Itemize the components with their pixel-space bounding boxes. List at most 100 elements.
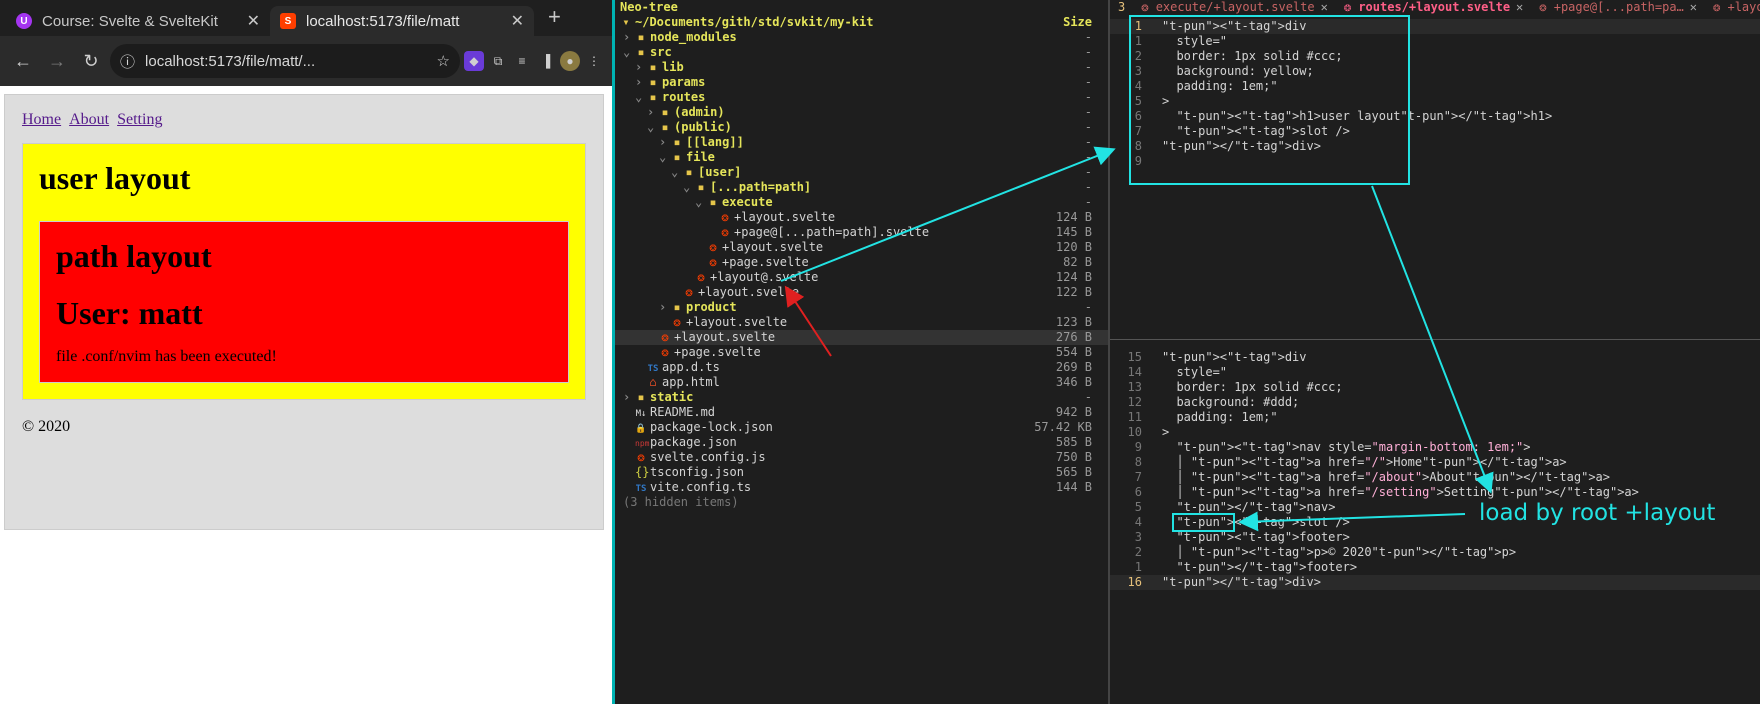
chevron-right-icon[interactable]: › [647, 105, 659, 120]
tree-file[interactable]: npmpackage.json 585 B [615, 435, 1108, 450]
code-line[interactable]: 1 "t-pun"></"t-tag">footer> [1110, 560, 1760, 575]
forward-icon[interactable]: → [42, 46, 72, 76]
code-line[interactable]: 7 │ "t-pun"><"t-tag">a href="/about">Abo… [1110, 470, 1760, 485]
editor-tab[interactable]: ❂ +page@[...path=pa… ✕ [1531, 0, 1705, 14]
tree-folder[interactable]: ⌄ ▪ [user] - [615, 165, 1108, 180]
tree-file[interactable]: {}tsconfig.json 565 B [615, 465, 1108, 480]
tree-file[interactable]: ❂ svelte.config.js 750 B [615, 450, 1108, 465]
code-line[interactable]: 2 border: 1px solid #ccc; [1110, 49, 1760, 64]
tree-file[interactable]: ❂ +layout.svelte 120 B [615, 240, 1108, 255]
nav-link-about[interactable]: About [69, 111, 109, 128]
code-line[interactable]: 9 [1110, 154, 1760, 169]
close-icon[interactable]: ✕ [247, 11, 260, 31]
editor-pane-bottom[interactable]: 15 "t-pun"><"t-tag">div 14 style=" 13 borde… [1110, 350, 1760, 590]
nav-link-setting[interactable]: Setting [117, 111, 162, 128]
pane-divider[interactable] [1110, 339, 1760, 340]
tree-folder[interactable]: › ▪ static - [615, 390, 1108, 405]
media-icon[interactable]: ≡ [512, 51, 532, 71]
chevron-down-icon[interactable]: ⌄ [671, 165, 683, 180]
back-icon[interactable]: ← [8, 46, 38, 76]
code-line[interactable]: 3 "t-pun"><"t-tag">footer> [1110, 530, 1760, 545]
code-line[interactable]: 6 "t-pun"><"t-tag">h1>user layout"t-pun"… [1110, 109, 1760, 124]
tree-folder[interactable]: ⌄ ▪ [...path=path] - [615, 180, 1108, 195]
code-line[interactable]: 10 > [1110, 425, 1760, 440]
chevron-right-icon[interactable]: › [659, 135, 671, 150]
tree-file[interactable]: ❂ +layout.svelte 123 B [615, 315, 1108, 330]
chevron-down-icon[interactable]: ⌄ [623, 45, 635, 60]
editor-pane-top[interactable]: 1 "t-pun"><"t-tag">div 1 style=" 2 border: … [1110, 19, 1760, 169]
tree-folder[interactable]: ⌄ ▪ (public) - [615, 120, 1108, 135]
tree-file[interactable]: 🔒 package-lock.json 57.42 KB [615, 420, 1108, 435]
chevron-down-icon[interactable]: ⌄ [683, 180, 695, 195]
code-line[interactable]: 5 > [1110, 94, 1760, 109]
code-line[interactable]: 1 "t-pun"><"t-tag">div [1110, 19, 1760, 34]
tree-folder[interactable]: › ▪ product - [615, 300, 1108, 315]
code-line[interactable]: 14 style=" [1110, 365, 1760, 380]
chevron-down-icon[interactable]: ⌄ [647, 120, 659, 135]
extension-icon[interactable]: ◆ [464, 51, 484, 71]
code-line[interactable]: 13 border: 1px solid #ccc; [1110, 380, 1760, 395]
code-line[interactable]: 15 "t-pun"><"t-tag">div [1110, 350, 1760, 365]
sidepanel-icon[interactable]: ▐ [536, 51, 556, 71]
chevron-down-icon[interactable]: ⌄ [659, 150, 671, 165]
chevron-right-icon[interactable]: › [635, 75, 647, 90]
close-icon[interactable]: ✕ [511, 11, 524, 31]
close-icon[interactable]: ✕ [1690, 0, 1697, 14]
address-bar[interactable]: ⓘ localhost:5173/file/matt/... ☆ [110, 44, 460, 78]
code-line[interactable]: 12 background: #ddd; [1110, 395, 1760, 410]
editor-tab[interactable]: ❂ +layout.svelte [1705, 0, 1760, 14]
tree-file[interactable]: ❂ +page.svelte 82 B [615, 255, 1108, 270]
tree-folder[interactable]: › ▪ node_modules - [615, 30, 1108, 45]
code-line[interactable]: 2 │ "t-pun"><"t-tag">p>© 2020"t-pun"></"… [1110, 545, 1760, 560]
code-line[interactable]: 16 "t-pun"></"t-tag">div> [1110, 575, 1760, 590]
tree-file[interactable]: TS app.d.ts 269 B [615, 360, 1108, 375]
close-icon[interactable]: ✕ [1321, 0, 1328, 14]
neotree-root[interactable]: ▾ ~/Documents/gith/std/svkit/my-kit Size [615, 15, 1108, 30]
tree-file[interactable]: ❂ +layout.svelte 124 B [615, 210, 1108, 225]
close-icon[interactable]: ✕ [1516, 0, 1523, 14]
tree-file[interactable]: TS vite.config.ts 144 B [615, 480, 1108, 495]
tree-folder[interactable]: ⌄ ▪ routes - [615, 90, 1108, 105]
editor-tab-active[interactable]: ❂ routes/+layout.svelte ✕ [1336, 0, 1531, 14]
chevron-down-icon[interactable]: ⌄ [695, 195, 707, 210]
chevron-right-icon[interactable]: › [623, 390, 635, 405]
code-line[interactable]: 4 padding: 1em;" [1110, 79, 1760, 94]
reload-icon[interactable]: ↻ [76, 46, 106, 76]
tree-folder[interactable]: ⌄ ▪ file - [615, 150, 1108, 165]
code-line[interactable]: 9 "t-pun"><"t-tag">nav style="margin-bot… [1110, 440, 1760, 455]
nav-link-home[interactable]: Home [22, 111, 61, 128]
menu-icon[interactable]: ⋮ [584, 51, 604, 71]
star-icon[interactable]: ☆ [437, 52, 450, 70]
code-line[interactable]: 7 "t-pun"><"t-tag">slot /> [1110, 124, 1760, 139]
chevron-down-icon[interactable]: ⌄ [635, 90, 647, 105]
code-line[interactable]: 8 "t-pun"></"t-tag">div> [1110, 139, 1760, 154]
code-line[interactable]: 1 style=" [1110, 34, 1760, 49]
chevron-right-icon[interactable]: › [635, 60, 647, 75]
tree-folder[interactable]: › ▪ params - [615, 75, 1108, 90]
tree-folder[interactable]: › ▪ (admin) - [615, 105, 1108, 120]
tree-file[interactable]: ❂ +layout.svelte 276 B [615, 330, 1108, 345]
puzzle-icon[interactable]: ⧉ [488, 51, 508, 71]
site-info-icon[interactable]: ⓘ [120, 51, 135, 72]
chevron-right-icon[interactable]: › [623, 30, 635, 45]
tree-file[interactable]: ⌂ app.html 346 B [615, 375, 1108, 390]
avatar[interactable]: ● [560, 51, 580, 71]
tree-folder[interactable]: ⌄ ▪ execute - [615, 195, 1108, 210]
tree-file[interactable]: ❂ +page@[...path=path].svelte 145 B [615, 225, 1108, 240]
browser-tab-localhost[interactable]: S localhost:5173/file/matt ✕ [270, 6, 534, 36]
code-line[interactable]: 3 background: yellow; [1110, 64, 1760, 79]
browser-tab-course[interactable]: U Course: Svelte & SvelteKit ✕ [6, 6, 270, 36]
code-line[interactable]: 6 │ "t-pun"><"t-tag">a href="/setting">S… [1110, 485, 1760, 500]
new-tab-button[interactable]: + [534, 4, 575, 36]
tree-file[interactable]: M↓ README.md 942 B [615, 405, 1108, 420]
tree-folder[interactable]: › ▪ [[lang]] - [615, 135, 1108, 150]
code-line[interactable]: 8 │ "t-pun"><"t-tag">a href="/">Home"t-p… [1110, 455, 1760, 470]
tree-folder[interactable]: ⌄ ▪ src - [615, 45, 1108, 60]
tree-file[interactable]: ❂ +layout.svelte 122 B [615, 285, 1108, 300]
tree-file[interactable]: ❂ +page.svelte 554 B [615, 345, 1108, 360]
chevron-right-icon[interactable]: › [659, 300, 671, 315]
editor-tab[interactable]: ❂ execute/+layout.svelte ✕ [1133, 0, 1336, 14]
code-line[interactable]: 11 padding: 1em;" [1110, 410, 1760, 425]
tree-file[interactable]: ❂ +layout@.svelte 124 B [615, 270, 1108, 285]
tree-folder[interactable]: › ▪ lib - [615, 60, 1108, 75]
